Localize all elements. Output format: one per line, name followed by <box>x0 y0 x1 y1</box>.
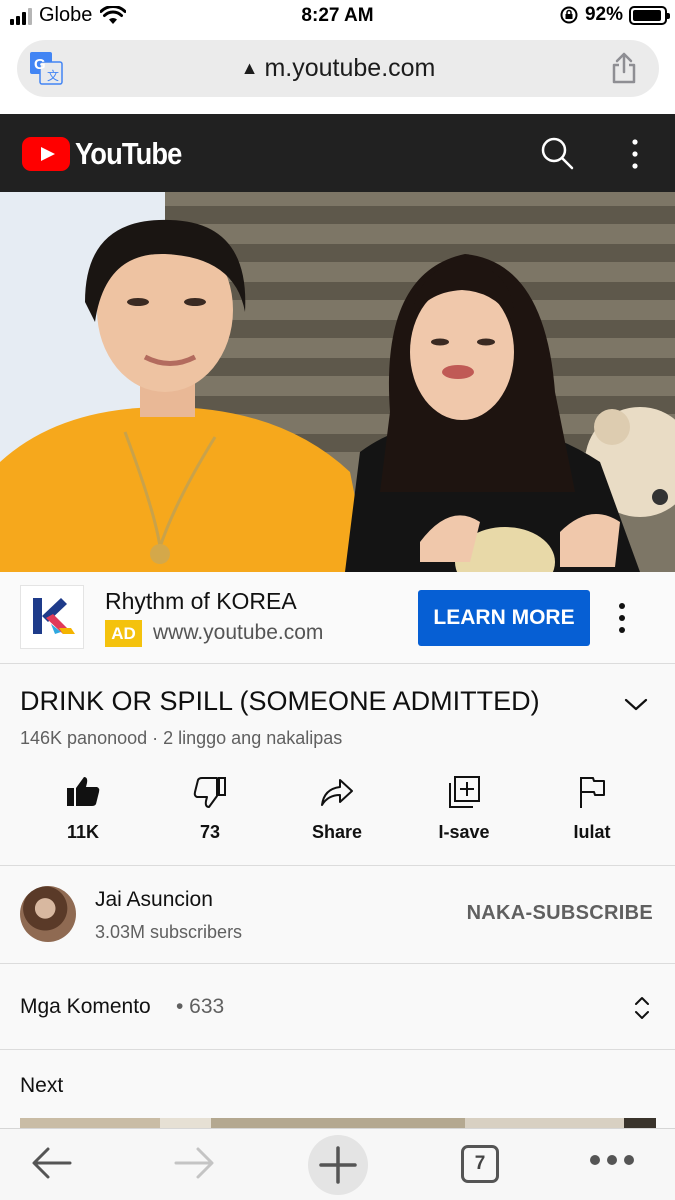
more-menu-icon[interactable] <box>589 1153 635 1167</box>
learn-more-button[interactable]: LEARN MORE <box>418 590 590 646</box>
k-logo-icon <box>33 598 75 634</box>
video-info: DRINK OR SPILL (SOMEONE ADMITTED) 146K p… <box>0 664 675 866</box>
promoted-ad[interactable]: Rhythm of KOREA AD www.youtube.com LEARN… <box>0 572 675 664</box>
battery-group: 92% <box>559 4 670 26</box>
share-label: Share <box>311 822 363 842</box>
youtube-header: YouTube <box>0 114 675 192</box>
browser-toolbar: 7 <box>0 1128 675 1200</box>
up-next-section: Next <box>0 1050 675 1128</box>
orientation-lock-icon <box>560 6 578 24</box>
channel-avatar[interactable] <box>20 886 76 942</box>
video-frame <box>0 192 675 572</box>
tab-switcher-button[interactable]: 7 <box>461 1145 499 1183</box>
comments-count: • 633 <box>176 995 225 1018</box>
thumbs-up-icon <box>67 777 100 806</box>
flag-icon <box>580 777 605 808</box>
chevron-down-icon[interactable] <box>624 696 648 714</box>
ad-more-options-icon[interactable] <box>612 600 632 636</box>
ad-badge: AD <box>105 620 142 647</box>
channel-name[interactable]: Jai Asuncion <box>95 888 213 912</box>
advertiser-logo[interactable] <box>20 585 84 649</box>
share-button[interactable]: Share <box>277 774 397 843</box>
report-label: Iulat <box>573 822 611 842</box>
next-video-thumbnail[interactable] <box>20 1118 656 1128</box>
comments-section[interactable]: Mga Komento • 633 <box>0 964 675 1050</box>
youtube-play-logo-icon <box>22 137 70 171</box>
channel-row[interactable]: Jai Asuncion 3.03M subscribers NAKA-SUBS… <box>0 866 675 964</box>
battery-percent: 92% <box>584 4 623 25</box>
status-bar: Globe 8:27 AM 92% <box>0 0 675 34</box>
forward-arrow-icon[interactable] <box>172 1145 216 1181</box>
plus-icon <box>319 1146 357 1184</box>
not-secure-warning-icon: ▲ <box>240 58 259 78</box>
youtube-wordmark: YouTube <box>75 136 182 171</box>
share-icon <box>321 779 353 806</box>
report-button[interactable]: Iulat <box>532 774 652 843</box>
url-display[interactable]: ▲ m.youtube.com <box>17 54 659 83</box>
comments-label: Mga Komento <box>20 995 151 1018</box>
video-player[interactable] <box>0 192 675 572</box>
back-arrow-icon[interactable] <box>30 1145 74 1181</box>
subscribed-button[interactable]: NAKA-SUBSCRIBE <box>467 902 653 925</box>
next-label: Next <box>20 1074 64 1097</box>
expand-collapse-icon[interactable] <box>632 994 652 1022</box>
search-icon[interactable] <box>540 136 574 170</box>
thumbs-down-icon <box>193 777 226 808</box>
add-to-playlist-icon <box>449 776 480 808</box>
new-tab-button[interactable] <box>308 1135 368 1195</box>
ad-url: www.youtube.com <box>153 621 324 644</box>
more-options-icon[interactable] <box>622 138 648 170</box>
url-text: m.youtube.com <box>264 54 436 82</box>
dislike-count: 73 <box>199 822 221 842</box>
video-title[interactable]: DRINK OR SPILL (SOMEONE ADMITTED) <box>20 686 540 717</box>
video-metadata: 146K panonood · 2 linggo ang nakalipas <box>20 728 343 748</box>
dislike-button[interactable]: 73 <box>150 774 270 843</box>
save-label: I-save <box>438 822 490 842</box>
ad-title[interactable]: Rhythm of KOREA <box>105 588 297 615</box>
like-button[interactable]: 11K <box>23 774 143 843</box>
save-button[interactable]: I-save <box>404 774 524 843</box>
share-sheet-icon[interactable] <box>611 52 637 84</box>
address-bar[interactable]: G 文 ▲ m.youtube.com <box>17 40 659 97</box>
subscriber-count: 3.03M subscribers <box>95 922 243 942</box>
battery-icon <box>629 5 670 25</box>
like-count: 11K <box>66 822 100 842</box>
youtube-logo[interactable]: YouTube <box>22 136 196 172</box>
